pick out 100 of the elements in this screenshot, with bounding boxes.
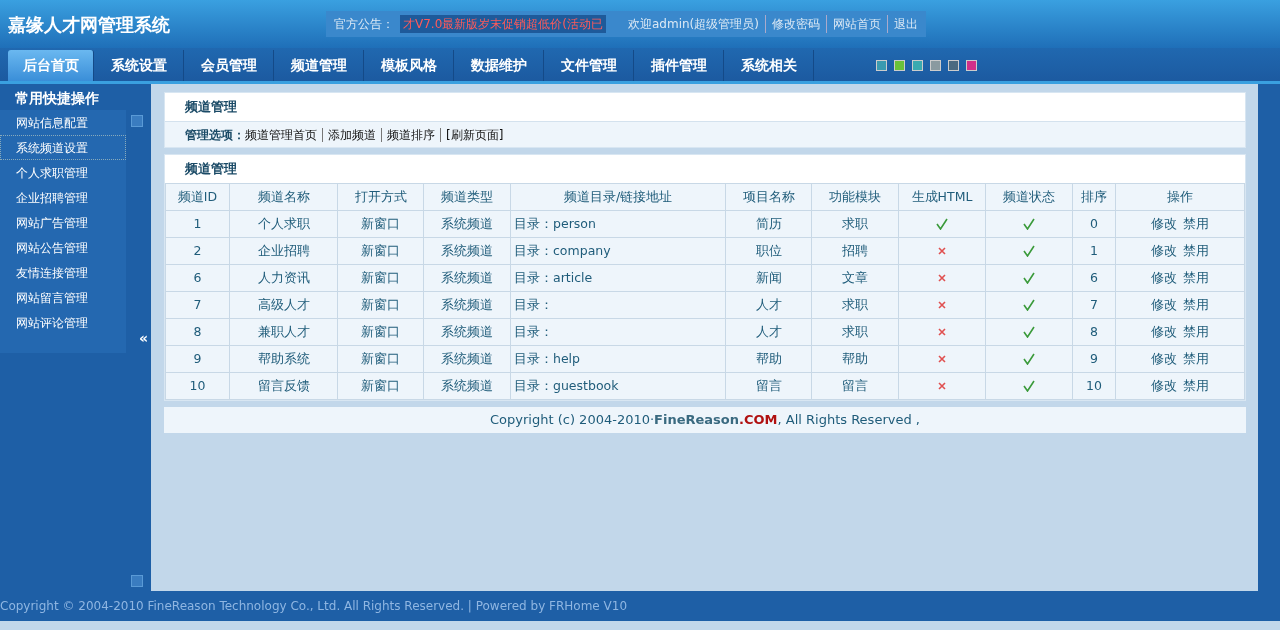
sidebar-item[interactable]: 企业招聘管理 xyxy=(0,185,126,210)
column-header: 项目名称 xyxy=(725,183,812,211)
action-link[interactable]: 修改 xyxy=(1151,242,1177,258)
sidebar-item[interactable]: 网站信息配置 xyxy=(0,110,126,135)
nav-tab[interactable]: 系统设置 xyxy=(94,50,184,81)
action-link[interactable]: 修改 xyxy=(1151,215,1177,231)
table-cell: 新窗口 xyxy=(337,264,424,292)
table-cell: 帮助 xyxy=(811,345,899,373)
column-header: 打开方式 xyxy=(337,183,424,211)
table-cell: 10 xyxy=(165,372,230,400)
table-cell: 目录：help xyxy=(510,345,726,373)
table-cell: 新窗口 xyxy=(337,372,424,400)
action-link[interactable]: 禁用 xyxy=(1183,215,1209,231)
nav-tab[interactable]: 会员管理 xyxy=(184,50,274,81)
options-label: 管理选项： xyxy=(185,128,245,142)
table-cell: 9 xyxy=(1072,345,1116,373)
sidebar-item[interactable]: 友情连接管理 xyxy=(0,260,126,285)
action-link[interactable]: 修改 xyxy=(1151,323,1177,339)
column-header: 排序 xyxy=(1072,183,1116,211)
column-header: 频道状态 xyxy=(985,183,1073,211)
table-cell: 兼职人才 xyxy=(229,318,338,346)
option-link[interactable]: 添加频道 xyxy=(322,128,376,142)
table-cell: 1 xyxy=(165,210,230,238)
table-cell: 新窗口 xyxy=(337,318,424,346)
action-link[interactable]: 禁用 xyxy=(1183,269,1209,285)
action-link[interactable]: 修改 xyxy=(1151,296,1177,312)
table-cell: 7 xyxy=(165,291,230,319)
table-cell: 1 xyxy=(1072,237,1116,265)
table-cell: 9 xyxy=(165,345,230,373)
action-link[interactable]: 禁用 xyxy=(1183,242,1209,258)
action-link[interactable]: 修改 xyxy=(1151,350,1177,366)
option-link[interactable]: 频道排序 xyxy=(381,128,435,142)
column-header: 频道名称 xyxy=(229,183,338,211)
table-cell: 职位 xyxy=(725,237,812,265)
table-cell: 简历 xyxy=(725,210,812,238)
action-link[interactable]: 修改 xyxy=(1151,269,1177,285)
table-cell: 目录：article xyxy=(510,264,726,292)
table-cell: 高级人才 xyxy=(229,291,338,319)
table-cell: 个人求职 xyxy=(229,210,338,238)
table-cell: 求职 xyxy=(811,318,899,346)
theme-swatch[interactable] xyxy=(912,59,923,71)
sidebar-title: 常用快捷操作 xyxy=(14,89,100,108)
column-header: 频道类型 xyxy=(423,183,511,211)
column-header: 功能模块 xyxy=(811,183,899,211)
column-header: 操作 xyxy=(1115,183,1245,211)
table-cell: 2 xyxy=(165,237,230,265)
nav-tab[interactable]: 文件管理 xyxy=(544,50,634,81)
nav-tab[interactable]: 系统相关 xyxy=(724,50,814,81)
theme-swatch[interactable] xyxy=(948,59,959,71)
header-link[interactable]: 网站首页 xyxy=(825,15,881,33)
copyright-text: Copyright (c) 2004-2010·FineReason.COM, All Rights Reserved , xyxy=(164,407,1246,433)
table-cell: 目录：person xyxy=(510,210,726,238)
header-link[interactable]: 退出 xyxy=(886,15,918,33)
table-cell: 人力资讯 xyxy=(229,264,338,292)
theme-swatch[interactable] xyxy=(966,59,977,71)
action-link[interactable]: 禁用 xyxy=(1183,350,1209,366)
theme-swatch[interactable] xyxy=(876,59,887,71)
table-cell: 6 xyxy=(1072,264,1116,292)
table-cell: 7 xyxy=(1072,291,1116,319)
table-cell: 文章 xyxy=(811,264,899,292)
sidebar-item[interactable]: 个人求职管理 xyxy=(0,160,126,185)
nav-tab[interactable]: 模板风格 xyxy=(364,50,454,81)
welcome-text: 欢迎admin(超级管理员) xyxy=(628,16,759,33)
column-header: 频道ID xyxy=(165,183,230,211)
table-cell: 求职 xyxy=(811,210,899,238)
status-bar-text: Copyright © 2004-2010 FineReason Technology Co., Ltd. All Rights Reserved. | Powered by FRHome V10 xyxy=(0,591,1280,621)
column-header: 频道目录/链接地址 xyxy=(510,183,726,211)
table-cell: 留言反馈 xyxy=(229,372,338,400)
collapse-button[interactable]: « xyxy=(139,328,149,349)
sidebar-item[interactable]: 网站评论管理 xyxy=(0,310,126,335)
table-cell: 10 xyxy=(1072,372,1116,400)
action-link[interactable]: 禁用 xyxy=(1183,323,1209,339)
table-cell: 新窗口 xyxy=(337,237,424,265)
table-cell: 系统频道 xyxy=(423,264,511,292)
nav-tab[interactable]: 数据维护 xyxy=(454,50,544,81)
app-title: 嘉缘人才网管理系统 xyxy=(8,12,171,37)
sidebar-item[interactable]: 网站留言管理 xyxy=(0,285,126,310)
table-cell: 新窗口 xyxy=(337,291,424,319)
action-link[interactable]: 禁用 xyxy=(1183,296,1209,312)
table-cell: 求职 xyxy=(811,291,899,319)
sidebar-item[interactable]: 系统频道设置 xyxy=(0,135,126,160)
nav-tab[interactable]: 频道管理 xyxy=(274,50,364,81)
table-cell: 留言 xyxy=(811,372,899,400)
sidebar-item[interactable]: 网站公告管理 xyxy=(0,235,126,260)
column-header: 生成HTML xyxy=(898,183,986,211)
action-link[interactable]: 修改 xyxy=(1151,377,1177,393)
theme-swatch[interactable] xyxy=(894,59,905,71)
table-cell: 0 xyxy=(1072,210,1116,238)
theme-swatch[interactable] xyxy=(930,59,941,71)
panel-title: 频道管理 xyxy=(165,93,1245,121)
table-cell: 新闻 xyxy=(725,264,812,292)
header-link[interactable]: 修改密码 xyxy=(764,15,820,33)
option-link[interactable]: [刷新页面] xyxy=(440,128,504,142)
table-cell: 帮助 xyxy=(725,345,812,373)
option-link[interactable]: 频道管理首页 xyxy=(245,128,317,142)
sidebar-item[interactable]: 网站广告管理 xyxy=(0,210,126,235)
action-link[interactable]: 禁用 xyxy=(1183,377,1209,393)
nav-tab[interactable]: 插件管理 xyxy=(634,50,724,81)
table-cell: 帮助系统 xyxy=(229,345,338,373)
table-cell: 系统频道 xyxy=(423,237,511,265)
